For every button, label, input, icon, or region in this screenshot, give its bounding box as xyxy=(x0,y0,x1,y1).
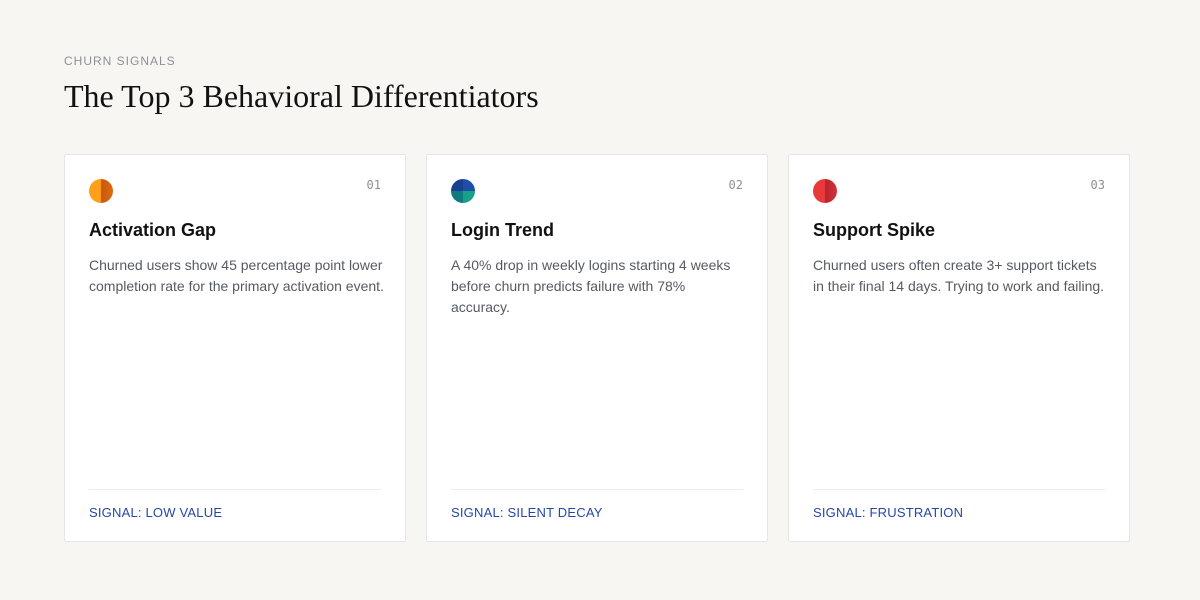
orange-circle-icon xyxy=(89,179,113,203)
card-number: 02 xyxy=(728,178,743,192)
card-title: Activation Gap xyxy=(89,220,217,240)
card-divider xyxy=(89,489,381,490)
page-title: The Top 3 Behavioral Differentiators xyxy=(64,78,539,114)
card-number: 03 xyxy=(1090,178,1105,192)
card-support-spike: 03 Support Spike Churned users often cre… xyxy=(788,154,1130,542)
cards-container: 01 Activation Gap Churned users show 45 … xyxy=(64,154,1130,542)
red-circle-icon xyxy=(813,179,837,203)
card-signal: SIGNAL: FRUSTRATION xyxy=(813,505,964,520)
card-divider xyxy=(813,489,1105,490)
card-title: Login Trend xyxy=(451,220,554,240)
card-signal: SIGNAL: SILENT DECAY xyxy=(451,505,603,520)
card-divider xyxy=(451,489,743,490)
card-description: Churned users show 45 percentage point l… xyxy=(89,257,384,294)
card-login-trend: 02 Login Trend A 40% drop in weekly logi… xyxy=(426,154,768,542)
teal-circle-icon xyxy=(451,179,475,203)
card-description: Churned users often create 3+ support ti… xyxy=(813,257,1105,294)
card-title: Support Spike xyxy=(813,220,936,240)
card-activation-gap: 01 Activation Gap Churned users show 45 … xyxy=(64,154,406,542)
page-eyebrow: CHURN SIGNALS xyxy=(64,54,176,68)
card-number: 01 xyxy=(366,178,381,192)
card-description: A 40% drop in weekly logins starting 4 w… xyxy=(451,257,731,315)
card-signal: SIGNAL: LOW VALUE xyxy=(89,505,223,520)
